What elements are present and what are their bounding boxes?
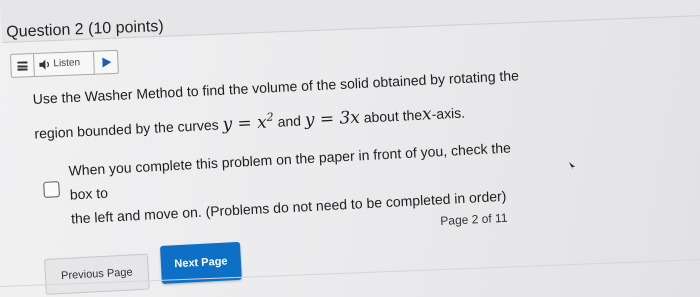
problem-text-start: Use the Washer Method to find the volume…	[32, 67, 520, 142]
axis-suffix: -axis.	[431, 104, 466, 123]
problem-text-end: about the	[363, 106, 423, 126]
menu-icon[interactable]	[11, 54, 35, 77]
listen-widget[interactable]: Listen	[10, 49, 119, 78]
listen-label[interactable]: Listen	[53, 57, 80, 69]
cursor-icon	[569, 162, 575, 170]
conjunction: and	[277, 112, 302, 130]
page-indicator: Page 2 of 11	[440, 210, 508, 228]
speaker-icon[interactable]	[38, 58, 50, 70]
play-icon[interactable]	[92, 50, 119, 74]
previous-page-button[interactable]: Previous Page	[44, 253, 150, 295]
quiz-page: Question 2 (10 points) Listen Use the Wa…	[0, 0, 700, 297]
curve-1: y = x2	[222, 110, 274, 135]
completion-checkbox[interactable]	[43, 181, 60, 198]
curve-2: y = 3x	[304, 107, 361, 131]
